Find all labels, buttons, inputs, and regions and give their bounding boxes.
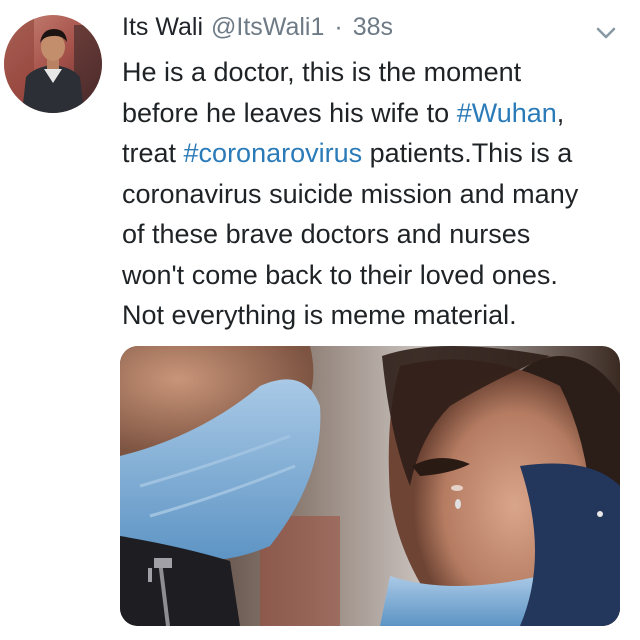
tweet-header: Its Wali @ItsWali1 · 38s [122, 10, 393, 44]
tweet-text-segment: won't come back to their loved ones. [122, 259, 558, 290]
tweet-media-image[interactable] [120, 346, 620, 626]
tweet-text-segment: of these brave doctors and nurses [122, 219, 531, 249]
tweet-photo [120, 346, 620, 626]
author-handle[interactable]: @ItsWali1 [211, 13, 324, 42]
header-separator: · [334, 12, 343, 41]
tweet-text-segment: coronavirus suicide mission and many [122, 178, 579, 209]
hashtag-link[interactable]: #coronarovirus [184, 138, 363, 168]
tweet-text-line: of these brave doctors and nurses [122, 214, 622, 255]
tweet-text: He is a doctor, this is the moment before… [122, 52, 622, 336]
tweet-text-segment: treat [122, 138, 184, 168]
author-display-name[interactable]: Its Wali [122, 13, 203, 42]
tweet-text-line: won't come back to their loved ones. [122, 255, 622, 296]
tweet-text-line: He is a doctor, this is the moment [122, 52, 622, 93]
tweet-text-line: Not everything is meme material. [122, 295, 622, 336]
tweet-text-line: coronavirus suicide mission and many [122, 174, 622, 215]
tweet-text-segment: , [556, 97, 565, 128]
tweet-card: Its Wali @ItsWali1 · 38s He is a doctor,… [0, 0, 640, 640]
avatar[interactable] [4, 15, 102, 113]
tweet-text-line: before he leaves his wife to #Wuhan, [122, 93, 622, 134]
tweet-text-segment: Not everything is meme material. [122, 300, 517, 330]
tweet-text-segment: He is a doctor, this is the moment [122, 57, 522, 87]
tweet-text-segment: before he leaves his wife to [122, 97, 457, 128]
tweet-text-line: treat #coronarovirus patients.This is a [122, 133, 622, 174]
tweet-text-segment: patients.This is a [362, 138, 573, 168]
hashtag-link[interactable]: #Wuhan [457, 98, 557, 128]
chevron-down-icon[interactable] [592, 22, 620, 44]
avatar-image [4, 15, 102, 113]
tweet-timestamp[interactable]: 38s [353, 13, 393, 42]
